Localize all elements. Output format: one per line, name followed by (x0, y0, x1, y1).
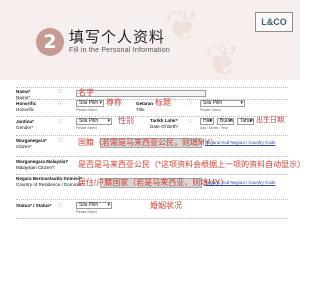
honorific-note: 尊称 (106, 98, 122, 107)
country-code-link[interactable]: Senarai Kod Negara / Country Code (205, 180, 276, 185)
honorific-label: Honorific Honorific (16, 101, 37, 112)
citizen-label: Warganegara* Citizen* (16, 138, 47, 149)
dob-hint: Day / Month / Year (200, 126, 228, 130)
gender-label: Jantina* Gender* (16, 119, 34, 130)
name-input[interactable] (76, 90, 206, 97)
dob-day-select[interactable]: Hari (200, 118, 214, 125)
status-note: 婚姻状况 (150, 201, 182, 210)
dob-label: Tarikh Lahir* Date Of Birth* (150, 118, 179, 129)
decorative-leaf-icon: ❦ (205, 37, 241, 84)
status-hint: Please Select (76, 210, 97, 214)
row-divider (16, 156, 288, 157)
header: ❦ ❦ 2 填写个人资料 Fill in the Personal Inform… (0, 0, 300, 84)
page-title: 填写个人资料 (69, 28, 166, 46)
status-select[interactable]: Sila Pilih (76, 202, 112, 209)
step-number: 2 (36, 28, 64, 56)
page-subtitle: Fill in the Personal Information (69, 47, 170, 54)
info-icon[interactable]: ☞ (58, 101, 66, 107)
honorific-hint: Please Select (76, 108, 97, 112)
gender-hint: Please Select (76, 126, 97, 130)
title-select[interactable]: Sila Pilih (200, 100, 245, 107)
info-icon[interactable]: ☞ (58, 178, 66, 184)
info-icon[interactable]: ☞ (58, 138, 66, 144)
citizen-note: 国籍（若需是马来西亚公民，则填MY） (78, 138, 218, 147)
brand-logo: L&CO (255, 12, 293, 32)
dob-note: 出生日期 (256, 117, 284, 124)
title-label: Gelaran Title (136, 101, 154, 112)
info-icon[interactable]: ☞ (188, 119, 196, 125)
residence-label: Negara Bermastautin Domisil* Country of R… (16, 176, 84, 187)
dob-month-select[interactable]: Bulan (217, 118, 234, 125)
row-divider (16, 87, 288, 88)
row-divider (16, 99, 288, 100)
dob-year-select[interactable]: Tahun (237, 118, 254, 125)
info-icon[interactable]: ☞ (58, 89, 66, 95)
personal-info-form: Nama* Name* ☞ 名字 Honorific Honorific ☞ Sil… (0, 80, 305, 300)
info-icon[interactable]: ☞ (188, 101, 196, 107)
malaysian-citizen-note: 是否是马来西亚公民（*这项资料会根据上一项的资料自动显示） (78, 160, 306, 169)
gender-note: 性别 (118, 116, 134, 125)
honorific-select[interactable]: Sila Pilih (76, 100, 104, 107)
info-icon[interactable]: ☞ (58, 119, 66, 125)
row-divider (16, 135, 288, 136)
row-divider (16, 116, 288, 117)
info-icon[interactable]: ☞ (58, 160, 66, 166)
gender-select[interactable]: Sila Pilih (76, 118, 112, 125)
row-divider (16, 174, 288, 175)
title-hint: Please Select (200, 108, 221, 112)
decorative-leaf-icon: ❦ (165, 2, 201, 49)
row-divider (16, 218, 288, 219)
info-icon[interactable]: ☞ (58, 203, 66, 209)
title-note: 标题 (155, 98, 171, 107)
status-label: Status* / Status* (16, 203, 52, 208)
row-divider (16, 199, 288, 200)
country-code-link[interactable]: Senarai Kod Negara / Country Code (205, 140, 276, 145)
name-note: 名字 (78, 88, 94, 97)
